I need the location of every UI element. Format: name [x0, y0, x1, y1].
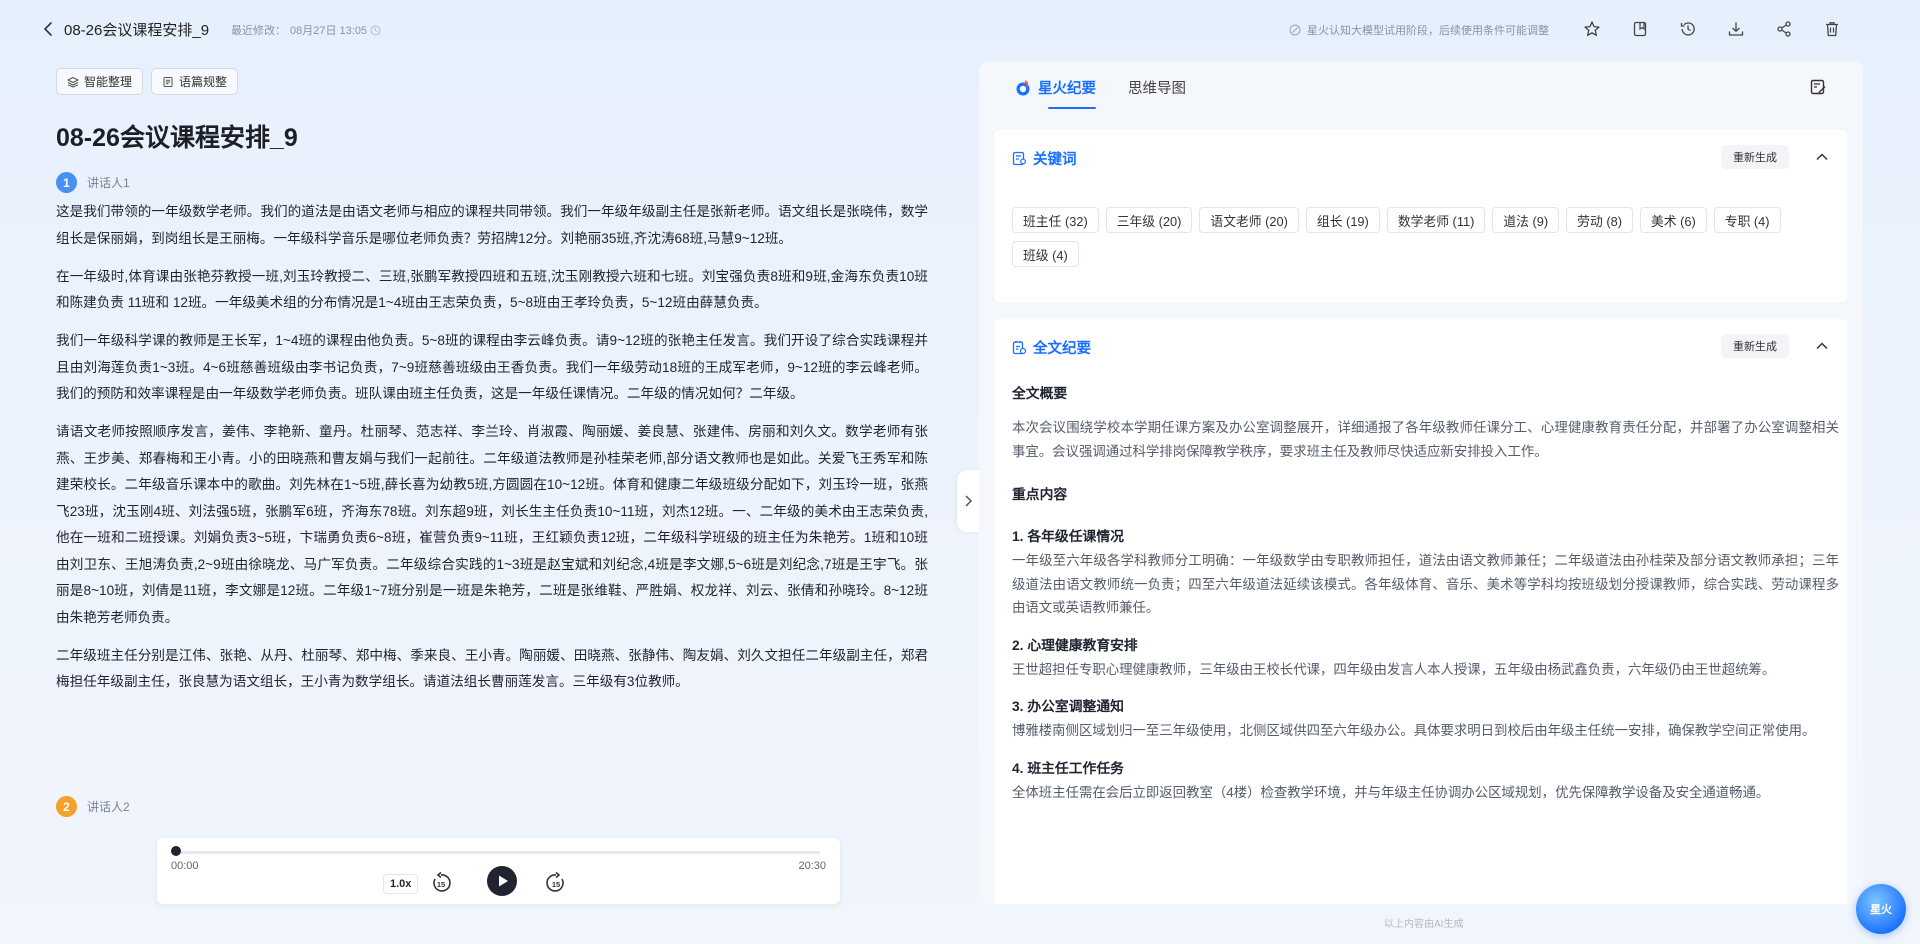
summary-icon [1012, 341, 1027, 355]
keyword-tag[interactable]: 语文老师 (20) [1199, 207, 1299, 233]
audio-player: 00:00 20:30 1.0x 15 15 [157, 838, 840, 904]
progress-track[interactable] [175, 851, 820, 854]
share-icon[interactable] [1772, 17, 1796, 41]
keyword-tags: 班主任 (32) 三年级 (20) 语文老师 (20) 组长 (19) 数学老师… [1012, 207, 1822, 267]
rewind-15-icon[interactable]: 15 [429, 871, 453, 900]
panel-tabs: 星火纪要 思维导图 [979, 61, 1863, 113]
keywords-card: 关键词 重新生成 班主任 (32) 三年级 (20) 语文老师 (20) 组长 … [994, 130, 1847, 302]
keyword-tag[interactable]: 美术 (6) [1639, 207, 1707, 233]
trash-icon[interactable] [1820, 17, 1844, 41]
summary-content: 全文概要 本次会议围绕学校本学期任课方案及办公室调整展开，详细通报了各年级教师任… [1012, 369, 1839, 804]
key-points-heading: 重点内容 [1012, 487, 1068, 502]
keyword-tag[interactable]: 道法 (9) [1492, 207, 1560, 233]
overview-text: 本次会议围绕学校本学期任课方案及办公室调整展开，详细通报了各年级教师任课分工、心… [1012, 420, 1839, 459]
summary-title: 全文纪要 [1033, 341, 1091, 357]
transcript-paragraph[interactable]: 在一年级时,体育课由张艳芬教授一班,刘玉玲教授二、三班,张鹏军教授四班和五班,沈… [56, 264, 928, 317]
back-arrow-icon[interactable] [40, 19, 58, 39]
document-icon [163, 76, 173, 87]
key-point-text: 一年级至六年级各学科教师分工明确：一年级数学由专职教师担任，道法由语文教师兼任；… [1012, 553, 1839, 615]
play-button[interactable] [487, 866, 517, 901]
keyword-tag[interactable]: 专职 (4) [1713, 207, 1781, 233]
page-title: 08-26会议课程安排_9 [56, 124, 298, 152]
text-polish-button[interactable]: 语篇规整 [151, 68, 239, 95]
play-icon [487, 866, 517, 896]
keyword-tag[interactable]: 组长 (19) [1305, 207, 1380, 233]
chevron-up-icon[interactable] [1815, 150, 1829, 169]
speaker-1[interactable]: 1 讲话人1 [56, 172, 130, 193]
key-point-text: 全体班主任需在会后立即返回教室（4楼）检查教学环境，并与年级主任协调办公区域规划… [1012, 784, 1770, 800]
smart-organize-button[interactable]: 智能整理 [56, 68, 144, 95]
key-point-text: 博雅楼南侧区域划归一至三年级使用，北侧区域供四至六年级办公。具体要求明日到校后由… [1012, 723, 1816, 738]
summary-card: 全文纪要 重新生成 全文概要 本次会议围绕学校本学期任课方案及办公室调整展开，详… [994, 319, 1847, 904]
smart-organize-label: 智能整理 [84, 75, 133, 89]
keyword-tag[interactable]: 三年级 (20) [1105, 207, 1193, 233]
key-point-heading: 4. 班主任工作任务 [1012, 760, 1124, 776]
text-polish-label: 语篇规整 [179, 75, 228, 89]
keywords-header: 关键词 [1012, 148, 1077, 169]
keyword-tag[interactable]: 班级 (4) [1012, 241, 1079, 267]
key-point-heading: 3. 办公室调整通知 [1012, 699, 1124, 714]
tab-mind-map[interactable]: 思维导图 [1128, 77, 1186, 98]
keyword-tag[interactable]: 劳动 (8) [1566, 207, 1633, 233]
transcript-paragraph[interactable]: 二年级班主任分别是江伟、张艳、从丹、杜丽琴、郑中梅、季来良、王小青。陶丽媛、田晓… [56, 643, 928, 696]
speaker-2[interactable]: 2 讲话人2 [56, 796, 130, 817]
key-point-text: 王世超担任专职心理健康教师，三年级由王校长代课，四年级由发言人本人授课，五年级由… [1012, 661, 1776, 677]
overview-heading: 全文概要 [1012, 386, 1068, 401]
transcript-paragraph[interactable]: 我们一年级科学课的教师是王长军，1~4班的课程由他负责。5~8班的课程由李云峰负… [56, 328, 928, 408]
download-icon[interactable] [1724, 17, 1748, 41]
transcript-paragraph[interactable]: 请语文老师按照顺序发言，姜伟、李艳新、童丹。杜丽琴、范志祥、李兰玲、肖淑霞、陶丽… [56, 419, 928, 631]
speaker-2-name: 讲话人2 [87, 800, 130, 814]
keyword-tag[interactable]: 班主任 (32) [1012, 207, 1099, 233]
key-point-heading: 1. 各年级任课情况 [1012, 529, 1124, 544]
top-actions [1580, 17, 1844, 41]
info-icon [1289, 24, 1301, 36]
speaker-1-badge: 1 [56, 172, 77, 193]
ai-generated-note: 以上内容由AI生成 [1384, 919, 1464, 930]
keyword-tag[interactable]: 数学老师 (11) [1386, 207, 1486, 233]
layers-icon [67, 76, 79, 87]
keyword-icon [1012, 151, 1026, 166]
assistant-mascot-button[interactable]: 星火 [1856, 884, 1906, 934]
summary-header: 全文纪要 [1012, 337, 1091, 358]
star-icon[interactable] [1580, 17, 1604, 41]
svg-text:15: 15 [437, 880, 445, 889]
tab-spark-summary-label: 星火纪要 [1038, 81, 1096, 97]
speaker-2-badge: 2 [56, 796, 77, 817]
summary-panel: 星火纪要 思维导图 关键词 重新生成 班主任 (32) 三年级 (20) 语文老… [979, 61, 1863, 904]
key-point-heading: 2. 心理健康教育安排 [1012, 637, 1138, 653]
summary-regenerate-button[interactable]: 重新生成 [1721, 334, 1789, 358]
speed-button[interactable]: 1.0x [383, 874, 419, 894]
edit-note-icon[interactable] [1809, 78, 1827, 101]
chevron-right-icon [965, 495, 973, 507]
chevron-up-icon[interactable] [1815, 339, 1829, 358]
last-modified-value: 08月27日 13:05 [290, 25, 368, 37]
top-bar: 08-26会议课程安排_9 最近修改： 08月27日 13:05 星火认知大模型试… [0, 0, 1920, 58]
transcript-paragraph[interactable]: 这是我们带领的一年级数学老师。我们的道法是由语文老师与相应的课程共同带领。我们一… [56, 199, 928, 252]
spark-logo-icon [1016, 79, 1030, 95]
panel-collapse-button[interactable] [957, 470, 979, 532]
transcript: 这是我们带领的一年级数学老师。我们的道法是由语文老师与相应的课程共同带领。我们一… [56, 199, 928, 707]
history-mini-icon [370, 23, 381, 36]
last-modified-label: 最近修改： [231, 25, 286, 37]
keywords-title: 关键词 [1033, 152, 1077, 168]
trial-notice-text: 星火认知大模型试用阶段，后续使用条件可能调整 [1307, 25, 1549, 37]
keywords-regenerate-button[interactable]: 重新生成 [1721, 145, 1789, 169]
total-time: 20:30 [798, 860, 826, 872]
doc-title: 08-26会议课程安排_9 [64, 22, 210, 39]
current-time: 00:00 [171, 860, 199, 872]
progress-handle[interactable] [171, 846, 181, 856]
tab-spark-summary[interactable]: 星火纪要 [1014, 77, 1096, 109]
speaker-1-name: 讲话人1 [87, 176, 130, 190]
history-icon[interactable] [1676, 17, 1700, 41]
forward-15-icon[interactable]: 15 [544, 871, 568, 900]
bookmark-icon[interactable] [1628, 17, 1652, 41]
trial-notice: 星火认知大模型试用阶段，后续使用条件可能调整 [1289, 22, 1549, 38]
last-modified: 最近修改： 08月27日 13:05 [231, 22, 371, 38]
svg-text:15: 15 [552, 880, 560, 889]
left-toolbar: 智能整理 语篇规整 [56, 68, 239, 95]
